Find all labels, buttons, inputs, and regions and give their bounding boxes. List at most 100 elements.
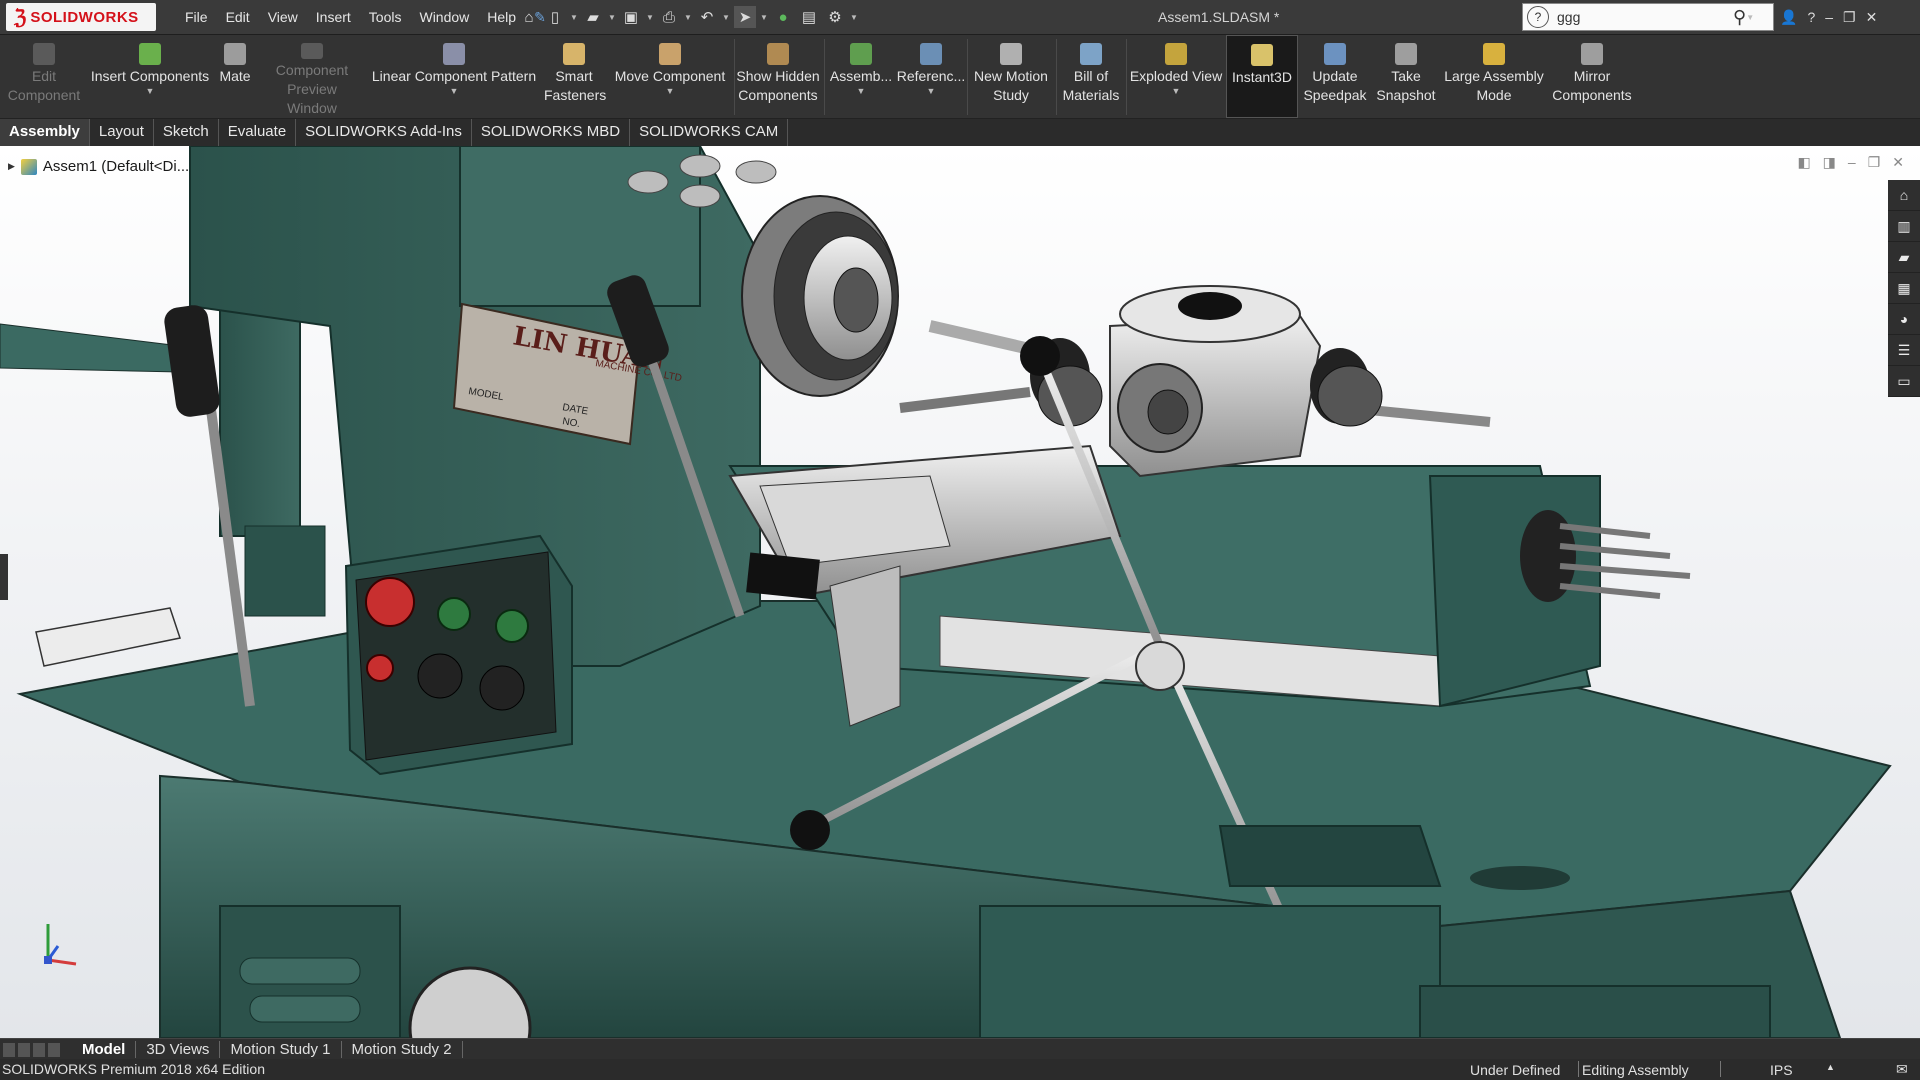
select-pointer-icon[interactable]: ➤	[734, 6, 756, 28]
tab-layout[interactable]: Layout	[90, 119, 154, 146]
tab-sketch[interactable]: Sketch	[154, 119, 219, 146]
appearances-icon[interactable]: ◕	[1888, 304, 1920, 335]
undo-icon[interactable]: ↶	[696, 6, 718, 28]
title-bar: ℨ SOLIDWORKS File Edit View Insert Tools…	[0, 0, 1920, 35]
tab-prev-icon[interactable]	[18, 1042, 30, 1057]
assembly-icon	[20, 158, 37, 175]
viewport-controls: ◧ ◨ – ❐ ✕	[1797, 154, 1904, 171]
tab-addins[interactable]: SOLIDWORKS Add-Ins	[296, 119, 472, 146]
insert-components-label: Insert Components	[90, 68, 210, 84]
viewport-tile-right-icon[interactable]: ◨	[1823, 154, 1836, 171]
update-speedpak-button[interactable]: Update Speedpak	[1300, 35, 1370, 118]
search-icon[interactable]: ⚲	[1733, 7, 1746, 28]
panel-collapse-handle[interactable]	[0, 554, 8, 600]
graphics-area[interactable]: LIN HUAN MACHINE CO.,LTD MODEL DATE NO.	[0, 146, 1920, 1038]
move-component-label: Move Component	[614, 68, 726, 84]
tab-mbd[interactable]: SOLIDWORKS MBD	[472, 119, 631, 146]
component-preview-label: Component Preview Window	[275, 62, 349, 116]
move-component-button[interactable]: Move Component ▼	[606, 35, 734, 118]
print-icon[interactable]: ⎙	[658, 6, 680, 28]
help-icon[interactable]: ?	[1807, 9, 1815, 25]
show-hidden-label: Show Hidden Components	[736, 68, 820, 103]
mate-label: Mate	[219, 68, 251, 84]
instant3d-icon	[1251, 44, 1273, 66]
mirror-components-button[interactable]: Mirror Components	[1548, 35, 1636, 118]
menu-insert[interactable]: Insert	[307, 9, 360, 25]
new-motion-study-button[interactable]: New Motion Study	[968, 35, 1054, 118]
file-explorer-icon[interactable]: ▰	[1888, 242, 1920, 273]
options-gear-icon[interactable]: ⚙	[824, 6, 846, 28]
help-question-icon[interactable]: ?	[1527, 6, 1549, 28]
instant3d-label: Instant3D	[1232, 69, 1292, 85]
feature-tree-root[interactable]: ▶ Assem1 (Default<Di...	[8, 158, 189, 175]
large-assembly-button[interactable]: Large Assembly Mode	[1440, 35, 1548, 118]
solidworks-logo[interactable]: ℨ SOLIDWORKS	[6, 3, 156, 31]
bill-of-materials-button[interactable]: Bill of Materials	[1058, 35, 1124, 118]
expand-arrow-icon[interactable]: ▶	[8, 161, 15, 172]
view-palette-icon[interactable]: ▦	[1888, 273, 1920, 304]
units-selector[interactable]: IPS	[1770, 1062, 1793, 1078]
search-input[interactable]	[1555, 8, 1729, 26]
restore-icon[interactable]: ❐	[1843, 9, 1856, 26]
command-manager: Edit Component Insert Components ▼ Mate …	[0, 35, 1920, 119]
user-icon[interactable]: 👤	[1780, 9, 1797, 26]
menu-view[interactable]: View	[259, 9, 307, 25]
new-document-icon[interactable]: ▯	[544, 6, 566, 28]
tab-first-icon[interactable]	[3, 1042, 15, 1057]
tab-3d-views[interactable]: 3D Views	[136, 1041, 221, 1058]
home-icon[interactable]: ⌂	[518, 6, 540, 28]
forum-icon[interactable]: ▭	[1888, 366, 1920, 397]
tab-evaluate[interactable]: Evaluate	[219, 119, 297, 146]
assembly-features-button[interactable]: Assemb... ▼	[826, 35, 896, 118]
search-dropdown-icon[interactable]: ▼	[1746, 13, 1754, 22]
search-box: ? ⚲ ▼	[1522, 3, 1774, 31]
viewport-restore-icon[interactable]: ❐	[1868, 154, 1881, 171]
tab-cam[interactable]: SOLIDWORKS CAM	[630, 119, 789, 146]
take-snapshot-button[interactable]: Take Snapshot	[1372, 35, 1440, 118]
show-hidden-button[interactable]: Show Hidden Components	[736, 35, 820, 118]
smart-fasteners-button[interactable]: Smart Fasteners	[544, 35, 606, 118]
viewport-tile-left-icon[interactable]: ◧	[1797, 154, 1810, 171]
open-folder-icon[interactable]: ▰	[582, 6, 604, 28]
large-assembly-icon	[1483, 43, 1505, 65]
task-pane-tabs: ⌂ ▥ ▰ ▦ ◕ ☰ ▭	[1888, 180, 1920, 397]
menu-file[interactable]: File	[176, 9, 217, 25]
solidworks-resources-icon[interactable]: ⌂	[1888, 180, 1920, 211]
bottom-tabs: Model 3D Views Motion Study 1 Motion Stu…	[0, 1038, 1920, 1060]
tab-last-icon[interactable]	[48, 1042, 60, 1057]
tab-motion-study-1[interactable]: Motion Study 1	[220, 1041, 342, 1058]
traffic-light-icon[interactable]: ●	[772, 6, 794, 28]
tab-motion-study-2[interactable]: Motion Study 2	[342, 1041, 463, 1058]
insert-components-button[interactable]: Insert Components ▼	[88, 35, 212, 118]
exploded-view-button[interactable]: Exploded View ▼	[1128, 35, 1224, 118]
notification-icon[interactable]: ✉	[1896, 1061, 1908, 1078]
tab-next-icon[interactable]	[33, 1042, 45, 1057]
design-library-icon[interactable]: ▥	[1888, 211, 1920, 242]
viewport-minimize-icon[interactable]: –	[1848, 154, 1856, 171]
exploded-view-label: Exploded View	[1129, 68, 1223, 84]
menu-window[interactable]: Window	[410, 9, 478, 25]
units-caret-icon[interactable]: ▲	[1826, 1062, 1835, 1072]
custom-properties-icon[interactable]: ☰	[1888, 335, 1920, 366]
mate-button[interactable]: Mate	[214, 35, 256, 118]
tab-assembly[interactable]: Assembly	[0, 119, 90, 146]
viewport-close-icon[interactable]: ✕	[1892, 154, 1904, 171]
component-preview-icon	[301, 43, 323, 59]
save-icon[interactable]: ▣	[620, 6, 642, 28]
update-speedpak-label: Update Speedpak	[1303, 68, 1367, 103]
edit-component-button[interactable]: Edit Component	[4, 35, 84, 118]
reference-geometry-button[interactable]: Referenc... ▼	[896, 35, 966, 118]
menu-edit[interactable]: Edit	[217, 9, 259, 25]
minimize-icon[interactable]: –	[1825, 9, 1833, 25]
close-icon[interactable]: ✕	[1866, 9, 1878, 26]
file-properties-icon[interactable]: ▤	[798, 6, 820, 28]
component-preview-button[interactable]: Component Preview Window	[256, 35, 368, 118]
instant3d-button[interactable]: Instant3D	[1226, 35, 1298, 118]
linear-pattern-button[interactable]: Linear Component Pattern ▼	[368, 35, 540, 118]
tab-model[interactable]: Model	[72, 1041, 137, 1058]
definition-status: Under Defined	[1470, 1062, 1561, 1078]
editing-mode: Editing Assembly	[1582, 1062, 1689, 1078]
lathe-model[interactable]: LIN HUAN MACHINE CO.,LTD MODEL DATE NO.	[0, 146, 1920, 1038]
status-bar: SOLIDWORKS Premium 2018 x64 Edition Unde…	[0, 1059, 1920, 1080]
menu-tools[interactable]: Tools	[360, 9, 411, 25]
